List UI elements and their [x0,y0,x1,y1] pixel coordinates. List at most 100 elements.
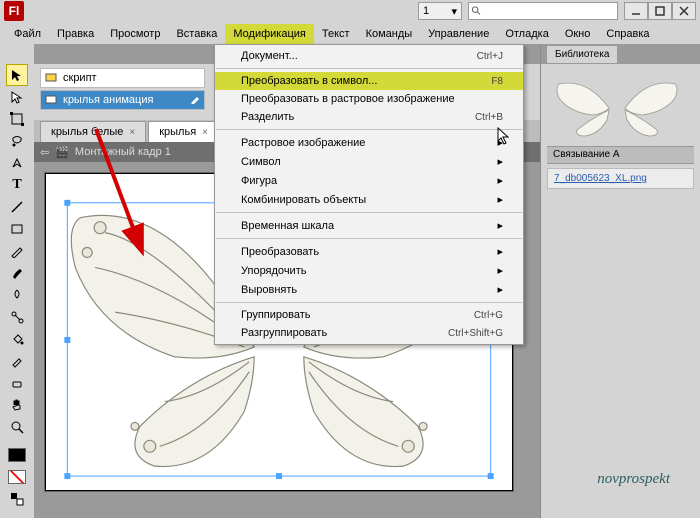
minimize-button[interactable] [624,2,648,20]
chevron-right-icon: ▸ [487,245,503,258]
selection-tool[interactable] [6,64,28,86]
menu-справка[interactable]: Справка [598,24,657,44]
search-wrap[interactable] [468,2,618,20]
annotation-arrow-icon [86,124,156,264]
menu-separator [216,238,522,239]
menu-файл[interactable]: Файл [6,24,49,44]
cursor-icon [497,127,511,145]
eyedropper-tool[interactable] [6,350,28,372]
menu-просмотр[interactable]: Просмотр [102,24,168,44]
right-panel: Библиотека Связывание A 7_db005623_XL.pn… [540,44,700,518]
maximize-button[interactable] [648,2,672,20]
layer-name: скрипт [63,72,97,84]
deco-tool[interactable] [6,284,28,306]
close-icon[interactable]: × [202,127,208,138]
menu-текст[interactable]: Текст [314,24,358,44]
menu-управление[interactable]: Управление [420,24,497,44]
menu-окно[interactable]: Окно [557,24,599,44]
scene-icon: 🎬 [55,146,69,159]
line-tool[interactable] [6,196,28,218]
title-bar: Fl 1 ▾ [0,0,700,22]
search-icon [471,5,482,17]
menu-item-label: Преобразовать [241,246,319,258]
menu-bar: ФайлПравкаПросмотрВставкаМодификацияТекс… [0,22,700,45]
menu-item[interactable]: Преобразовать ▸ [215,242,523,261]
search-input[interactable] [482,4,615,18]
pen-tool[interactable] [6,152,28,174]
panel-header: Библиотека [541,44,700,64]
fill-color[interactable] [6,466,28,488]
menu-item-label: Выровнять [241,284,297,296]
chevron-right-icon: ▸ [487,219,503,232]
menu-item-label: Временная шкала [241,220,334,232]
menu-item[interactable]: Документ...Ctrl+J [215,47,523,65]
text-tool[interactable]: T [6,174,28,196]
library-file-link[interactable]: 7_db005623_XL.png [547,168,694,189]
layer-row[interactable]: крылья анимация [40,90,205,110]
chevron-right-icon: ▸ [487,155,503,168]
eraser-tool[interactable] [6,372,28,394]
tab-library[interactable]: Библиотека [547,46,617,63]
paint-bucket-tool[interactable] [6,328,28,350]
subselection-tool[interactable] [6,86,28,108]
menu-правка[interactable]: Правка [49,24,102,44]
chevron-down-icon: ▾ [451,5,457,18]
chevron-right-icon: ▸ [487,174,503,187]
layer-icon [45,93,57,108]
menu-модификация[interactable]: Модификация [225,24,314,44]
bone-tool[interactable] [6,306,28,328]
menu-item-label: Комбинировать объекты [241,194,366,206]
menu-separator [216,302,522,303]
free-transform-tool[interactable] [6,108,28,130]
close-button[interactable] [672,2,696,20]
zoom-tool[interactable] [6,416,28,438]
menu-item-label: Разделить [241,111,294,123]
layout-dropdown[interactable]: 1 ▾ [418,2,462,20]
menu-shortcut: Ctrl+G [474,310,503,321]
menu-item-label: Преобразовать в символ... [241,75,377,87]
menu-item[interactable]: Фигура ▸ [215,171,523,190]
menu-item[interactable]: Группировать Ctrl+G [215,306,523,324]
menu-item[interactable]: Символ ▸ [215,152,523,171]
menu-shortcut: Ctrl+Shift+G [448,328,503,339]
chevron-right-icon: ▸ [487,264,503,277]
layer-icon [45,71,57,86]
app-logo: Fl [4,1,24,21]
hand-tool[interactable] [6,394,28,416]
menu-item[interactable]: Преобразовать в символ... F8 [215,72,523,90]
menu-item[interactable]: Выровнять ▸ [215,280,523,299]
menu-item-label: Преобразовать в растровое изображение [241,93,455,105]
back-arrow-icon[interactable]: ⇦ [40,146,49,159]
menu-отладка[interactable]: Отладка [497,24,556,44]
menu-item[interactable]: Упорядочить▸ [215,261,523,280]
menu-item[interactable]: РазделитьCtrl+B [215,108,523,126]
menu-item-label: Фигура [241,175,277,187]
menu-item[interactable]: Преобразовать в растровое изображение [215,90,523,108]
watermark: novprospekt [597,471,670,488]
layer-row[interactable]: скрипт [40,68,205,88]
pencil-tool[interactable] [6,240,28,262]
document-tab[interactable]: крылья× [148,121,219,142]
menu-item[interactable]: Комбинировать объекты ▸ [215,190,523,209]
tool-panel: T [0,44,34,518]
stroke-color[interactable] [6,444,28,466]
layer-name: крылья анимация [63,94,153,106]
menu-separator [216,68,522,69]
menu-shortcut: F8 [491,76,503,87]
menu-item[interactable]: РазгруппироватьCtrl+Shift+G [215,324,523,342]
menu-вставка[interactable]: Вставка [168,24,225,44]
chevron-right-icon: ▸ [487,283,503,296]
menu-item[interactable]: Временная шкала ▸ [215,216,523,235]
lasso-tool[interactable] [6,130,28,152]
menu-separator [216,129,522,130]
chevron-right-icon: ▸ [487,193,503,206]
menu-item-label: Группировать [241,309,311,321]
rectangle-tool[interactable] [6,218,28,240]
menu-команды[interactable]: Команды [358,24,421,44]
modification-menu: Документ...Ctrl+J Преобразовать в символ.… [214,44,524,345]
pencil-icon [190,94,200,107]
brush-tool[interactable] [6,262,28,284]
menu-item[interactable]: Растровое изображение▸ [215,133,523,152]
swap-colors-icon[interactable] [6,488,28,510]
menu-item-label: Символ [241,156,281,168]
